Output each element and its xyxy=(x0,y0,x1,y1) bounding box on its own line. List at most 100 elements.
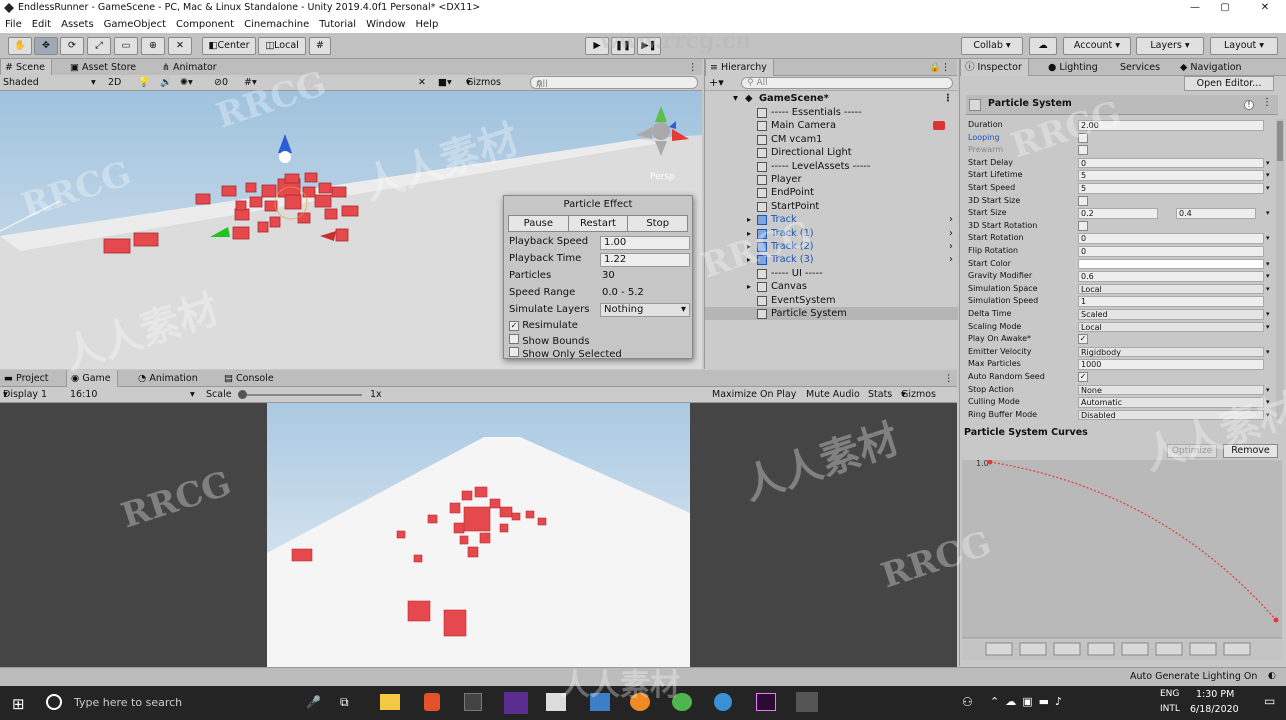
mode-2d-toggle[interactable]: 2D xyxy=(108,75,121,91)
minimize-icon[interactable]: — xyxy=(1180,0,1210,16)
slider-thumb[interactable] xyxy=(238,390,247,399)
game-gizmos-dropdown[interactable]: Gizmos ▾ xyxy=(901,387,936,403)
property-checkbox[interactable] xyxy=(1078,145,1088,156)
prefab-open-icon[interactable]: › xyxy=(949,240,953,253)
stats-toggle[interactable]: Stats xyxy=(868,387,892,403)
property-checkbox[interactable] xyxy=(1078,220,1088,231)
playback-speed-field[interactable]: 1.00 xyxy=(600,236,690,250)
expand-arrow-icon[interactable]: ▸ xyxy=(747,253,751,266)
show-bounds-checkbox[interactable]: Show Bounds xyxy=(509,334,590,347)
rotate-tool-icon[interactable]: ⟳ xyxy=(60,37,84,55)
tab-scene[interactable]: # Scene xyxy=(0,59,52,76)
collab-button[interactable]: Collab ▾ xyxy=(961,37,1023,55)
chevron-down-icon[interactable]: ▾ xyxy=(1266,283,1270,296)
tab-services[interactable]: Services xyxy=(1116,59,1166,76)
mute-audio-toggle[interactable]: Mute Audio xyxy=(806,387,860,403)
remove-button[interactable]: Remove xyxy=(1223,444,1278,458)
panel-menu-icon[interactable]: ⋮ xyxy=(684,59,704,76)
step-button[interactable]: ▶❚ xyxy=(637,37,661,55)
hierarchy-item[interactable]: ▸ Track (2) › xyxy=(705,240,958,253)
cloud-icon[interactable]: ☁ xyxy=(1029,37,1057,55)
tab-hierarchy[interactable]: ≡ Hierarchy xyxy=(705,59,774,76)
menu-gameobject[interactable]: GameObject xyxy=(99,16,171,33)
color-swatch[interactable] xyxy=(1078,258,1264,270)
camera-icon[interactable]: ■▾ xyxy=(438,75,452,91)
tab-inspector[interactable]: ⓘ Inspector xyxy=(960,59,1029,76)
layers-dropdown[interactable]: Layers ▾ xyxy=(1136,37,1204,55)
tab-asset-store[interactable]: ▣ Asset Store xyxy=(66,59,142,76)
chevron-down-icon[interactable]: ▾ xyxy=(1266,321,1270,334)
hierarchy-item[interactable]: EventSystem xyxy=(705,294,958,307)
panel-menu-icon[interactable]: ⋮ xyxy=(940,370,960,387)
hierarchy-search-input[interactable]: ⚲ All xyxy=(741,77,953,89)
menu-component[interactable]: Component xyxy=(171,16,239,33)
hierarchy-item[interactable]: Particle System xyxy=(705,307,958,321)
app-icon[interactable] xyxy=(590,693,610,711)
clock-date[interactable]: 6/18/2020 xyxy=(1190,704,1239,715)
prefab-open-icon[interactable]: › xyxy=(949,253,953,266)
chevron-down-icon[interactable]: ▾ xyxy=(1266,270,1270,283)
tools-icon[interactable]: ✕ xyxy=(418,75,426,91)
chevron-down-icon[interactable]: ▾ xyxy=(1266,169,1270,182)
chevron-down-icon[interactable]: ▾ xyxy=(1266,384,1270,397)
property-checkbox[interactable]: ✓ xyxy=(1078,372,1088,382)
chevron-down-icon[interactable]: ▾ xyxy=(1266,182,1270,195)
property-field[interactable]: 0.6 xyxy=(1078,271,1264,282)
unity-hub-icon[interactable] xyxy=(546,693,566,711)
chevron-down-icon[interactable]: ▾ xyxy=(1266,409,1270,422)
people-icon[interactable]: ⚇ xyxy=(962,695,973,709)
hierarchy-item[interactable]: EndPoint xyxy=(705,186,958,199)
add-icon[interactable]: +▾ xyxy=(709,76,724,89)
property-field[interactable]: 0 xyxy=(1078,246,1264,257)
app3-icon[interactable] xyxy=(714,693,732,711)
chevron-down-icon[interactable]: ▾ xyxy=(1266,346,1270,359)
property-dropdown[interactable]: Local xyxy=(1078,321,1264,333)
chevron-down-icon[interactable]: ▾ xyxy=(1266,258,1270,271)
stop-effect-button[interactable]: Stop xyxy=(628,216,687,231)
maximize-icon[interactable]: ▢ xyxy=(1210,0,1240,16)
lang-1[interactable]: ENG xyxy=(1160,689,1179,699)
hierarchy-item[interactable]: ----- LevelAssets ----- xyxy=(705,160,958,173)
open-editor-button[interactable]: Open Editor... xyxy=(1184,76,1274,91)
property-dropdown[interactable]: Local xyxy=(1078,283,1264,295)
hierarchy-item[interactable]: StartPoint xyxy=(705,200,958,213)
brave-icon[interactable] xyxy=(424,693,440,711)
premiere-icon[interactable] xyxy=(756,693,776,711)
property-field-max[interactable]: 0.4 xyxy=(1176,208,1256,219)
hierarchy-item[interactable]: Directional Light xyxy=(705,146,958,159)
property-field[interactable]: 5 xyxy=(1078,170,1264,181)
property-field[interactable]: 0 xyxy=(1078,157,1264,169)
tab-project[interactable]: ▬ Project xyxy=(0,370,55,387)
display-dropdown[interactable]: Display 1 ▾ xyxy=(3,387,47,403)
hierarchy-item[interactable]: ----- UI ----- xyxy=(705,267,958,280)
unity-editor-icon[interactable] xyxy=(796,692,818,712)
expand-arrow-icon[interactable]: ▸ xyxy=(747,227,751,240)
scale-tool-icon[interactable]: ⤢ xyxy=(87,37,111,55)
chevron-down-icon[interactable]: ▾ xyxy=(1266,207,1270,220)
hierarchy-item[interactable]: ▸ Track (3) › xyxy=(705,253,958,266)
lock-icon[interactable]: 🔒⋮ xyxy=(925,59,956,76)
clock-time[interactable]: 1:30 PM xyxy=(1196,689,1234,700)
menu-help[interactable]: Help xyxy=(411,16,444,33)
pivot-local-button[interactable]: ◫Local xyxy=(258,37,306,55)
prefab-open-icon[interactable]: › xyxy=(949,227,953,240)
menu-cinemachine[interactable]: Cinemachine xyxy=(239,16,314,33)
hierarchy-item[interactable]: ▸ Canvas xyxy=(705,280,958,293)
hierarchy-item[interactable]: Main Camera xyxy=(705,119,958,132)
grid-snap-icon[interactable]: # xyxy=(309,37,331,55)
expand-arrow-icon[interactable]: ▸ xyxy=(747,213,751,226)
tab-game[interactable]: ◉ Game xyxy=(66,370,118,387)
layout-dropdown[interactable]: Layout ▾ xyxy=(1210,37,1278,55)
resimulate-checkbox[interactable]: ✓ Resimulate xyxy=(509,320,578,331)
grid-toggle-icon[interactable]: #▾ xyxy=(244,75,257,91)
hierarchy-item[interactable]: Player xyxy=(705,173,958,186)
task-view-icon[interactable]: ⧉ xyxy=(340,695,349,710)
blender-icon[interactable] xyxy=(630,693,650,711)
chevron-down-icon[interactable]: ▾ xyxy=(1266,308,1270,321)
notifications-icon[interactable]: ▭ xyxy=(1264,694,1275,708)
tab-animator[interactable]: ⋔ Animator xyxy=(158,59,223,76)
property-dropdown[interactable]: Disabled xyxy=(1078,409,1264,421)
tray-icons[interactable]: ⌃☁▣▬♪ xyxy=(990,695,1068,708)
menu-tutorial[interactable]: Tutorial xyxy=(314,16,361,33)
tab-lighting[interactable]: ● Lighting xyxy=(1044,59,1104,76)
